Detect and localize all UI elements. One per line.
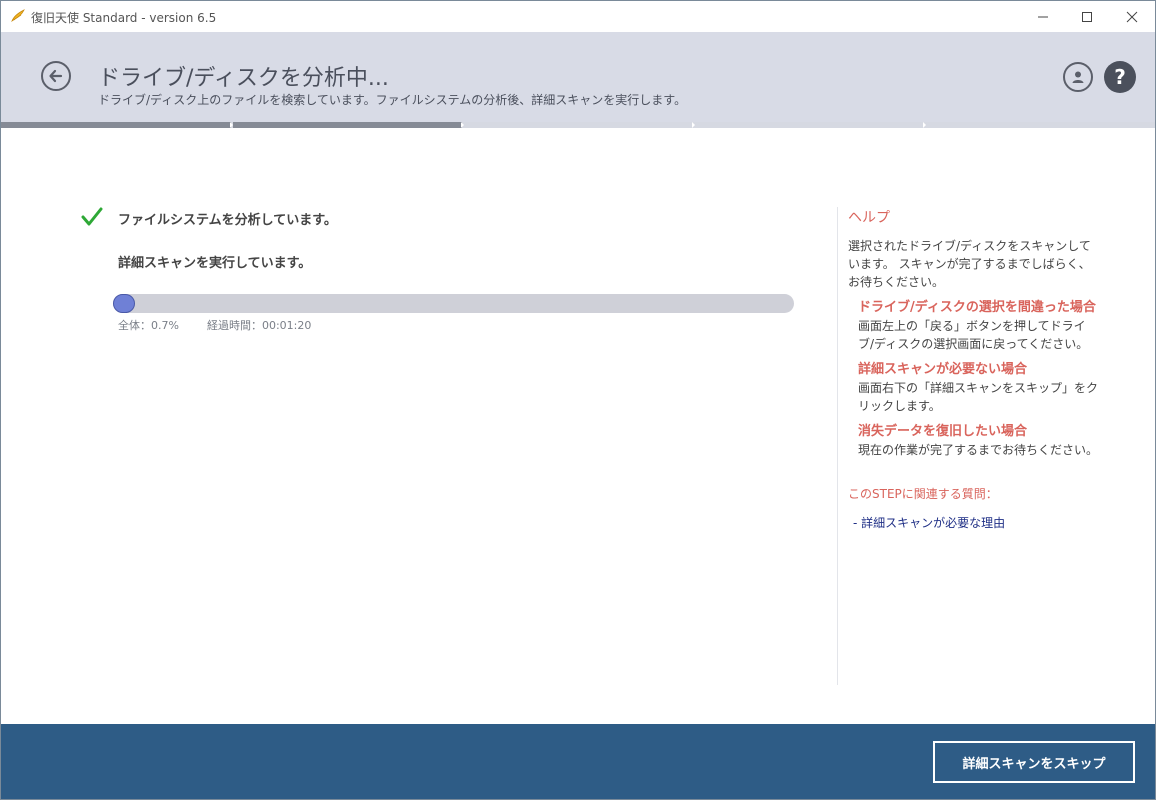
question-mark-icon: ? [1114,65,1126,89]
window-title: 復旧天使 Standard - version 6.5 [31,11,217,25]
close-icon [1126,11,1138,22]
minimize-icon [1038,16,1048,17]
status-filesystem-analysis: ファイルシステムを分析しています。 [118,213,337,228]
step-chevron-icon [461,122,464,128]
help-section-body: 現在の作業が完了するまでお待ちください。 [858,443,1099,457]
step-segment-1 [1,122,231,128]
help-section-body: 画面左上の「戻る」ボタンを押してドライブ/ディスクの選択画面に戻ってください。 [858,319,1089,351]
help-button[interactable]: ? [1104,61,1136,93]
help-section-title: ドライブ/ディスクの選択を間違った場合 [858,300,1096,315]
skip-deep-scan-button[interactable]: 詳細スキャンをスキップ [933,741,1135,783]
maximize-icon [1082,11,1092,22]
step-segment-4 [695,122,924,128]
angel-wing-icon [10,8,26,24]
checkmark-icon [81,207,103,227]
help-section-title: 消失データを復旧したい場合 [858,424,1028,439]
step-segment-3 [464,122,693,128]
page-subtitle: ドライブ/ディスク上のファイルを検索しています。ファイルシステムの分析後、詳細ス… [98,93,687,107]
back-button[interactable] [41,61,71,91]
scan-progress-fill [113,294,135,313]
help-section-title: 詳細スキャンが必要ない場合 [858,362,1028,377]
step-progress-bar [1,122,1155,128]
scan-progress-bar [113,294,794,313]
back-arrow-icon [49,69,63,83]
faq-title: このSTEPに関連する質問： [848,487,998,501]
account-button[interactable] [1063,62,1093,92]
page-title: ドライブ/ディスクを分析中... [98,66,389,91]
overall-progress-text: 全体：0.7% [118,319,179,332]
help-section: 詳細スキャンが必要ない場合 画面右下の「詳細スキャンをスキップ」をクリックします… [858,361,1138,415]
step-chevron-icon [923,122,926,128]
user-icon [1072,71,1084,83]
help-panel: ヘルプ 選択されたドライブ/ディスクをスキャンしています。 スキャンが完了するま… [848,207,1138,531]
help-section-body: 画面右下の「詳細スキャンをスキップ」をクリックします。 [858,381,1099,413]
status-deep-scan: 詳細スキャンを実行しています。 [118,256,312,271]
progress-info: 全体：0.7% 経過時間：00:01:20 [118,317,311,333]
elapsed-time-text: 経過時間：00:01:20 [206,319,312,332]
maximize-button[interactable] [1064,1,1110,32]
step-chevron-icon [230,122,233,128]
help-section: ドライブ/ディスクの選択を間違った場合 画面左上の「戻る」ボタンを押してドライブ… [858,299,1138,353]
step-chevron-icon [692,122,695,128]
page-header: ドライブ/ディスクを分析中... ドライブ/ディスク上のファイルを検索しています… [1,32,1155,122]
close-button[interactable] [1109,1,1155,32]
help-intro: 選択されたドライブ/ディスクをスキャンしています。 スキャンが完了するまでしばら… [848,239,1091,289]
footer-bar: 詳細スキャンをスキップ [1,724,1155,799]
help-divider [837,207,838,685]
app-window: 復旧天使 Standard - version 6.5 ドライブ/ディスクを分析… [0,0,1156,800]
title-bar[interactable]: 復旧天使 Standard - version 6.5 [1,1,1155,32]
minimize-button[interactable] [1020,1,1066,32]
help-section: 消失データを復旧したい場合 現在の作業が完了するまでお待ちください。 [858,423,1138,459]
faq-link-deep-scan-reason[interactable]: - 詳細スキャンが必要な理由 [853,514,1138,531]
step-segment-5 [926,122,1155,128]
help-title: ヘルプ [848,210,890,226]
step-segment-2 [233,122,462,128]
